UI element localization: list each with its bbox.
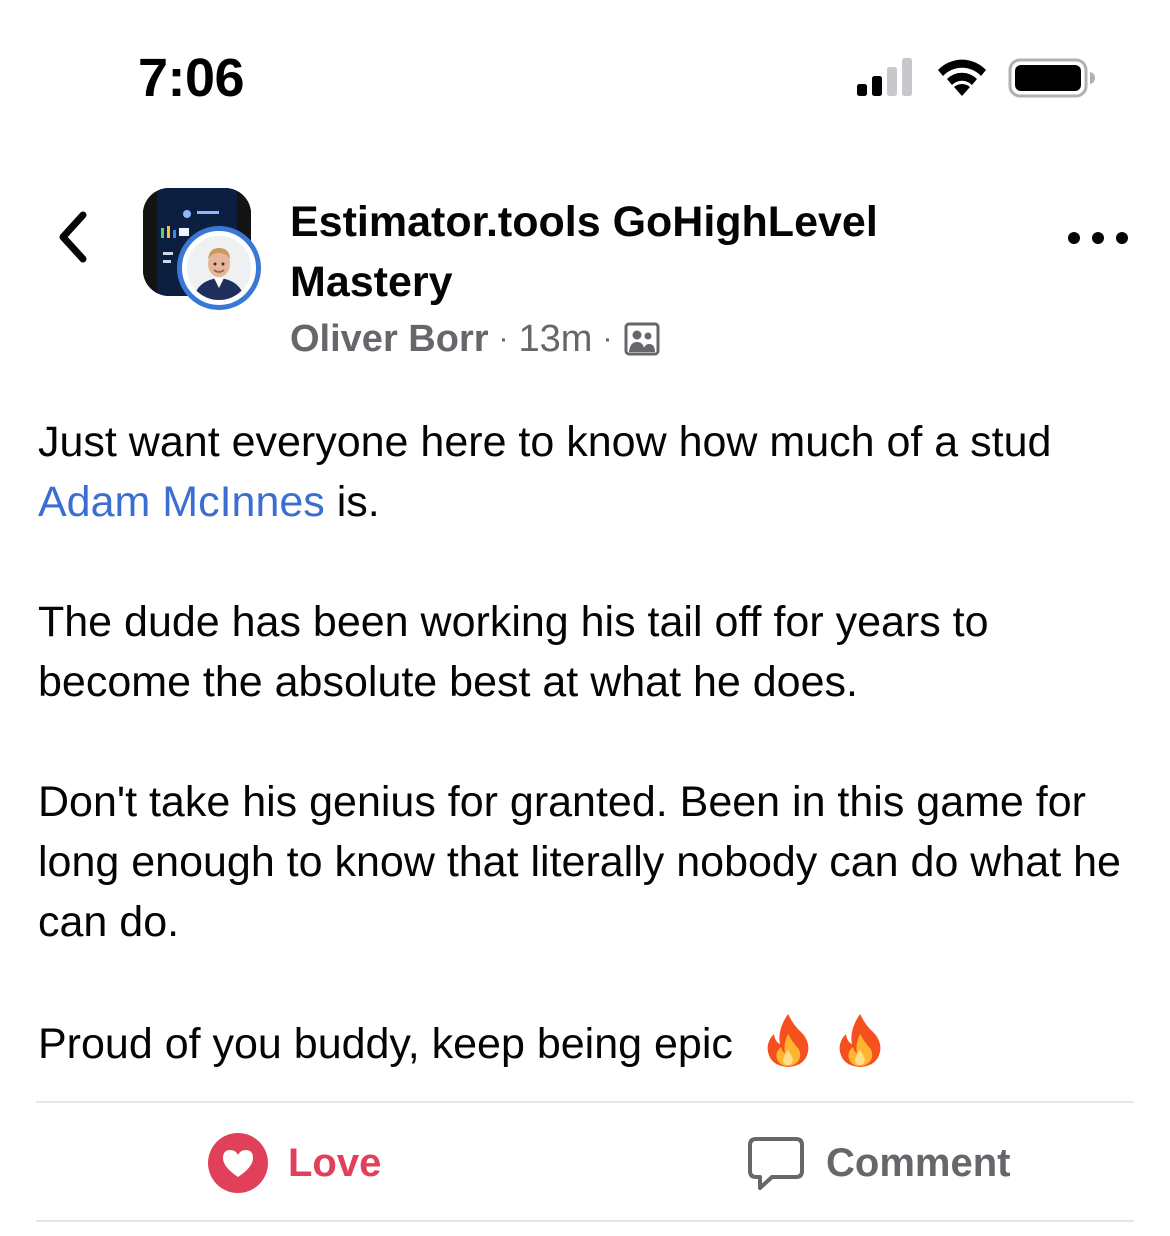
mention-link[interactable]: Adam McInnes xyxy=(38,478,325,526)
meta-separator: · xyxy=(498,322,509,355)
post-body: Just want everyone here to know how much… xyxy=(38,412,1148,1074)
heart-icon xyxy=(208,1133,268,1193)
author-avatar xyxy=(177,226,261,310)
comment-icon xyxy=(748,1137,804,1190)
more-dot xyxy=(1116,232,1128,244)
more-options-button[interactable] xyxy=(1068,218,1128,258)
author-photo xyxy=(187,236,251,300)
chevron-left-icon xyxy=(59,211,87,263)
action-bar-divider-bottom xyxy=(36,1220,1134,1222)
post-meta: Oliver Borr · 13m · xyxy=(290,314,660,364)
love-button[interactable]: Love xyxy=(208,1132,381,1194)
comment-button[interactable]: Comment xyxy=(746,1132,1010,1194)
wifi-icon xyxy=(938,59,986,96)
post-timestamp[interactable]: 13m xyxy=(519,314,593,364)
love-label: Love xyxy=(288,1140,382,1185)
fire-emoji xyxy=(767,1014,809,1067)
back-button[interactable] xyxy=(44,204,100,270)
group-avatar-link[interactable] xyxy=(143,188,273,318)
group-members-icon xyxy=(624,322,660,356)
cellular-signal-icon xyxy=(857,58,912,96)
post-text: Just want everyone here to know how much… xyxy=(38,418,1052,466)
post-paragraph: The dude has been working his tail off f… xyxy=(38,598,989,706)
post-text: is. xyxy=(324,478,380,526)
comment-label: Comment xyxy=(826,1140,1011,1185)
fire-emoji xyxy=(839,1014,881,1067)
action-bar-divider-top xyxy=(36,1101,1134,1103)
post-paragraph: Don't take his genius for granted. Been … xyxy=(38,778,1121,946)
battery-icon xyxy=(1008,58,1095,98)
status-bar-time: 7:06 xyxy=(138,48,245,108)
author-name-link[interactable]: Oliver Borr xyxy=(290,314,489,364)
status-bar-icons xyxy=(850,58,1100,98)
more-dot xyxy=(1092,232,1104,244)
post-paragraph: Just want everyone here to know how much… xyxy=(38,412,1148,532)
post-paragraph: Proud of you buddy, keep being epic xyxy=(38,1012,1148,1074)
meta-separator: · xyxy=(602,322,613,355)
more-horizontal-icon xyxy=(1068,232,1080,244)
post-text: Proud of you buddy, keep being epic xyxy=(38,1020,733,1068)
group-name-link[interactable]: Estimator.tools GoHighLevel Mastery xyxy=(290,192,990,312)
